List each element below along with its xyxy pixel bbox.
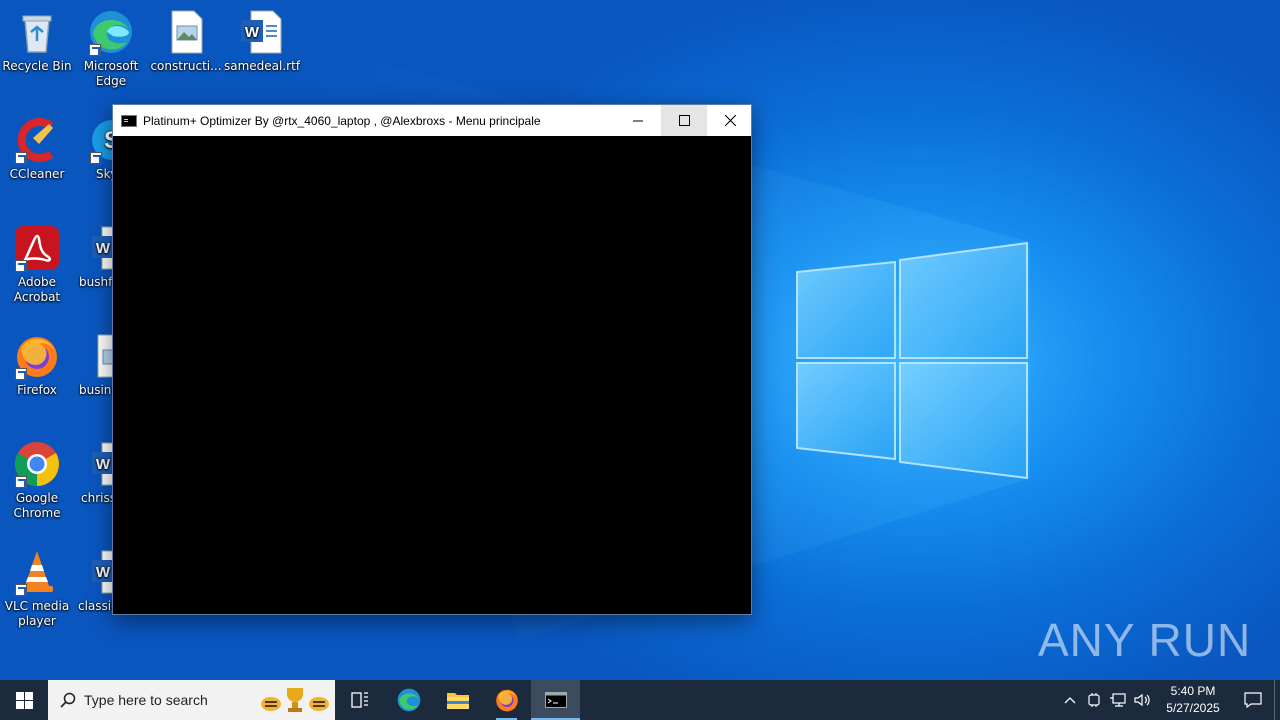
desktop-icon-label: Adobe Acrobat bbox=[13, 275, 61, 304]
desktop-icon-label: samedeal.rtf bbox=[224, 59, 301, 73]
taskbar: Type here to search 5:40 PM 5/27/2025 bbox=[0, 680, 1280, 720]
desktop-icon-recycle-bin[interactable]: Recycle Bin bbox=[0, 8, 74, 74]
shortcut-arrow-icon bbox=[15, 584, 27, 596]
svg-text:W: W bbox=[245, 24, 260, 41]
desktop-icon-bushfr-document[interactable]: W bushfr bbox=[74, 224, 112, 290]
window-titlebar[interactable]: Platinum+ Optimizer By @rtx_4060_laptop … bbox=[113, 105, 751, 136]
desktop-icon-label: classic bbox=[78, 599, 112, 613]
show-desktop-button[interactable] bbox=[1274, 680, 1280, 720]
chrome-icon bbox=[13, 440, 61, 488]
window-title: Platinum+ Optimizer By @rtx_4060_laptop … bbox=[143, 113, 541, 128]
shortcut-arrow-icon bbox=[15, 260, 27, 272]
desktop-icon-label: Sky bbox=[96, 167, 112, 181]
desktop-icon-ccleaner[interactable]: CCleaner bbox=[0, 116, 74, 182]
word-document-icon: W bbox=[237, 8, 285, 56]
folder-icon bbox=[446, 693, 469, 709]
vlc-cone-icon bbox=[13, 548, 61, 596]
minimize-button[interactable] bbox=[615, 105, 661, 136]
start-button[interactable] bbox=[0, 680, 48, 720]
shortcut-arrow-icon bbox=[15, 476, 27, 488]
desktop-icon-microsoft-edge[interactable]: Microsoft Edge bbox=[74, 8, 148, 89]
desktop-icon-label: Recycle Bin bbox=[2, 59, 72, 73]
search-placeholder: Type here to search bbox=[84, 692, 208, 708]
tray-device-button[interactable] bbox=[1082, 680, 1106, 720]
desktop-icon-firefox[interactable]: Firefox bbox=[0, 332, 74, 398]
shortcut-arrow-icon bbox=[89, 44, 101, 56]
desktop-icon-adobe-acrobat[interactable]: Adobe Acrobat bbox=[0, 224, 74, 305]
close-icon bbox=[724, 115, 736, 126]
desktop-icon-skype[interactable]: S Sky bbox=[74, 116, 112, 182]
svg-text:S: S bbox=[104, 127, 112, 154]
word-document-icon: W bbox=[88, 440, 112, 488]
desktop-icon-label: Google Chrome bbox=[13, 491, 61, 520]
anyrun-watermark: ANY RUN bbox=[1038, 608, 1251, 672]
taskbar-console-button[interactable] bbox=[531, 680, 580, 720]
minimize-icon bbox=[633, 120, 643, 121]
search-icon bbox=[60, 692, 76, 708]
taskbar-search-box[interactable]: Type here to search bbox=[48, 680, 335, 720]
maximize-button[interactable] bbox=[661, 105, 707, 136]
task-view-button[interactable] bbox=[335, 680, 384, 720]
close-button[interactable] bbox=[707, 105, 753, 136]
recycle-bin-icon bbox=[13, 8, 61, 56]
maximize-icon bbox=[678, 115, 690, 126]
taskbar-firefox-button[interactable] bbox=[482, 680, 531, 720]
desktop-icon-label: bushfr bbox=[79, 275, 112, 289]
tray-volume-button[interactable] bbox=[1130, 680, 1154, 720]
notification-icon bbox=[1244, 692, 1262, 708]
image-file-icon bbox=[88, 332, 112, 380]
desktop-icon-label: Firefox bbox=[17, 383, 57, 397]
volume-icon bbox=[1134, 693, 1150, 707]
search-highlight-illustration-icon bbox=[261, 688, 329, 712]
network-icon bbox=[1110, 693, 1126, 707]
desktop-icon-classic-document[interactable]: W classic bbox=[74, 548, 112, 614]
console-app-icon bbox=[121, 114, 137, 127]
console-app-icon bbox=[544, 692, 567, 708]
desktop-icon-google-chrome[interactable]: Google Chrome bbox=[0, 440, 74, 521]
tray-network-button[interactable] bbox=[1106, 680, 1130, 720]
word-document-icon: W bbox=[88, 548, 112, 596]
svg-text:W: W bbox=[96, 564, 111, 581]
image-file-icon bbox=[162, 8, 210, 56]
system-tray: 5:40 PM 5/27/2025 bbox=[1058, 680, 1280, 720]
chevron-up-icon bbox=[1064, 697, 1076, 704]
console-output-area[interactable] bbox=[113, 136, 751, 614]
svg-text:W: W bbox=[96, 240, 111, 257]
desktop-icon-construction-image[interactable]: constructi... bbox=[149, 8, 223, 74]
shortcut-arrow-icon bbox=[90, 152, 102, 164]
show-hidden-icons-button[interactable] bbox=[1058, 680, 1082, 720]
taskbar-file-explorer-button[interactable] bbox=[433, 680, 482, 720]
task-view-icon bbox=[350, 692, 368, 708]
desktop-icon-label: constructi... bbox=[150, 59, 222, 73]
desktop-icon-vlc-media-player[interactable]: VLC media player bbox=[0, 548, 74, 629]
device-icon bbox=[1088, 693, 1100, 707]
edge-icon bbox=[397, 688, 420, 712]
console-window[interactable]: Platinum+ Optimizer By @rtx_4060_laptop … bbox=[112, 104, 752, 615]
desktop-icon-label: CCleaner bbox=[9, 167, 65, 181]
desktop-icon-label: chriss bbox=[81, 491, 112, 505]
svg-text:W: W bbox=[96, 456, 111, 473]
desktop-icon-business-image[interactable]: busine bbox=[74, 332, 112, 398]
shortcut-arrow-icon bbox=[15, 152, 27, 164]
taskbar-edge-button[interactable] bbox=[384, 680, 433, 720]
desktop-icon-label: busine bbox=[79, 383, 112, 397]
desktop-icon-chriss-document[interactable]: W chriss bbox=[74, 440, 112, 506]
clock-date: 5/27/2025 bbox=[1166, 701, 1220, 715]
clock-time: 5:40 PM bbox=[1170, 684, 1216, 698]
desktop-icon-samedeal-rtf[interactable]: W samedeal.rtf bbox=[224, 8, 301, 74]
watermark-text: ANY RUN bbox=[1038, 614, 1252, 666]
ccleaner-icon bbox=[13, 116, 61, 164]
taskbar-clock[interactable]: 5:40 PM 5/27/2025 bbox=[1154, 683, 1232, 717]
firefox-icon bbox=[13, 332, 61, 380]
windows-start-icon bbox=[15, 691, 33, 709]
word-document-icon: W bbox=[88, 224, 112, 272]
action-center-button[interactable] bbox=[1232, 680, 1274, 720]
edge-icon bbox=[87, 8, 135, 56]
desktop-icon-label: VLC media player bbox=[4, 599, 70, 628]
skype-icon: S bbox=[88, 116, 112, 164]
shortcut-arrow-icon bbox=[15, 368, 27, 380]
desktop-icon-label: Microsoft Edge bbox=[83, 59, 139, 88]
adobe-acrobat-icon bbox=[13, 224, 61, 272]
firefox-icon bbox=[495, 689, 518, 712]
